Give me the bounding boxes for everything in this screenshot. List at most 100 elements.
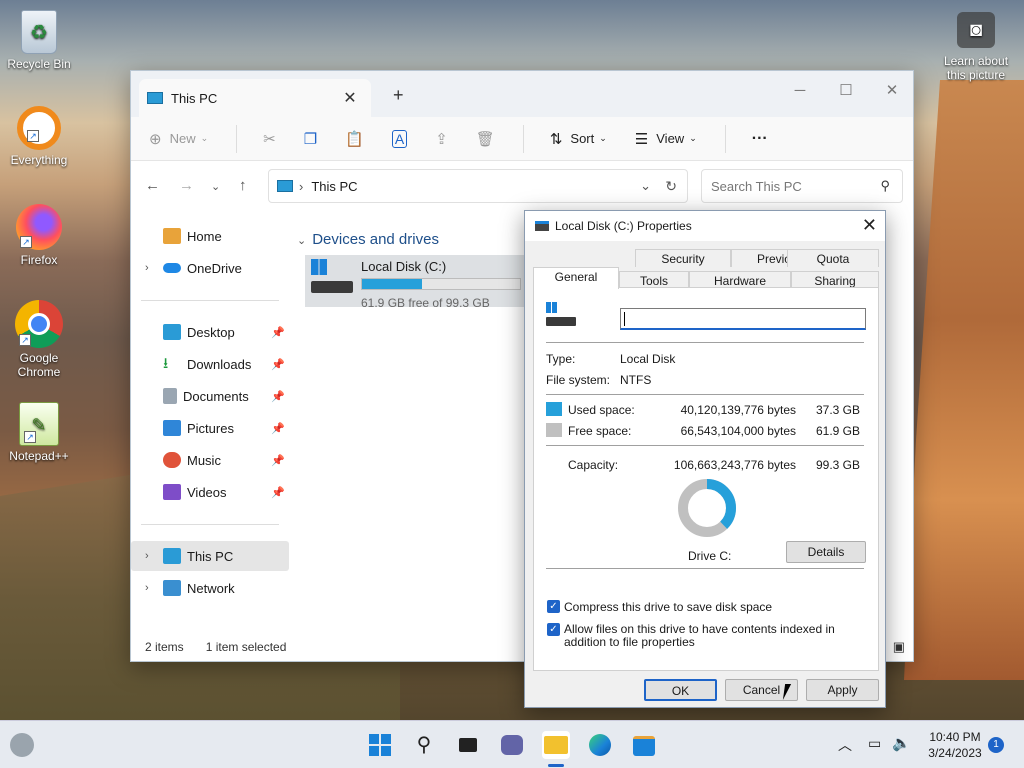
forward-arrow-icon[interactable]: → — [179, 177, 194, 194]
monitor-icon — [163, 548, 181, 564]
notification-badge[interactable]: 1 — [988, 737, 1004, 753]
new-button[interactable]: ⊕ New ⌄ — [149, 124, 208, 154]
pin-icon[interactable]: 📌 — [271, 422, 285, 435]
weather-widget-icon[interactable] — [10, 733, 34, 757]
monitor-icon — [277, 180, 293, 192]
download-icon: ⭳ — [163, 355, 169, 372]
clock[interactable]: 10:40 PM 3/24/2023 — [918, 729, 992, 761]
desktop-icon-notepadpp[interactable]: ✎ ↗ Notepad++ — [0, 402, 78, 463]
tab-this-pc[interactable]: This PC ✕ — [139, 79, 371, 117]
file-explorer-taskbar-button[interactable] — [542, 731, 570, 759]
task-view-button[interactable] — [454, 731, 482, 759]
tab-general[interactable]: General — [533, 267, 619, 289]
learn-about-picture[interactable]: ◙ Learn about this picture — [936, 12, 1016, 82]
chevron-right-icon[interactable]: › — [145, 262, 149, 274]
pin-icon[interactable]: 📌 — [271, 326, 285, 339]
copy-icon: ❐ — [303, 130, 318, 148]
sidebar-item-this-pc[interactable]: › This PC — [131, 541, 289, 571]
network-icon[interactable]: ▭ — [868, 735, 881, 752]
document-icon — [163, 388, 177, 404]
pin-icon[interactable]: 📌 — [271, 486, 285, 499]
apply-button[interactable]: Apply — [806, 679, 879, 701]
compress-label: Compress this drive to save disk space — [564, 600, 773, 614]
start-button[interactable] — [366, 731, 394, 759]
sidebar-item-label: Music — [187, 452, 221, 468]
sidebar-item-music[interactable]: Music 📌 — [131, 445, 289, 475]
recycle-bin-label: Recycle Bin — [7, 57, 71, 71]
sidebar-item-pictures[interactable]: Pictures 📌 — [131, 413, 289, 443]
group-devices-and-drives[interactable]: ⌄ Devices and drives — [297, 231, 439, 248]
close-tab-icon[interactable]: ✕ — [339, 88, 361, 108]
minimize-button[interactable]: ─ — [777, 77, 823, 107]
pin-icon[interactable]: 📌 — [271, 454, 285, 467]
sort-icon: ⇅ — [549, 130, 563, 148]
share-button[interactable]: ⇪ — [435, 124, 448, 154]
search-box[interactable]: Search This PC ⚲ — [701, 169, 903, 203]
copy-button[interactable]: ❐ — [304, 124, 317, 154]
search-input[interactable]: Search This PC — [711, 179, 802, 194]
search-icon: ⚲ — [880, 178, 890, 193]
details-button[interactable]: Details — [786, 541, 866, 563]
paste-button[interactable]: 📋 — [345, 124, 364, 154]
edge-button[interactable] — [586, 731, 614, 759]
chevron-up-icon[interactable]: ︿ — [838, 735, 852, 755]
share-icon: ⇪ — [435, 130, 448, 148]
refresh-icon[interactable]: ↻ — [665, 178, 677, 195]
windows-logo-icon — [369, 734, 391, 756]
free-space-label: Free space: — [568, 424, 632, 438]
chevron-right-icon[interactable]: › — [145, 550, 149, 562]
volume-label-input[interactable] — [620, 308, 866, 330]
rename-button[interactable]: A — [391, 124, 408, 154]
breadcrumb-this-pc[interactable]: This PC — [311, 179, 357, 194]
sidebar-item-downloads[interactable]: ⭳ Downloads 📌 — [131, 349, 289, 379]
sidebar-item-network[interactable]: › Network — [131, 573, 289, 603]
back-arrow-icon[interactable]: ← — [145, 177, 160, 194]
desktop-icon-firefox[interactable]: ↗ Firefox — [0, 204, 78, 267]
tab-security[interactable]: Security — [635, 249, 731, 267]
ok-button[interactable]: OK — [644, 679, 717, 701]
view-button[interactable]: ☰ View ⌄ — [635, 124, 697, 154]
drive-tile-c[interactable]: Local Disk (C:) 61.9 GB free of 99.3 GB — [305, 255, 527, 310]
index-checkbox[interactable]: ✓ — [547, 623, 560, 636]
up-arrow-icon[interactable]: ↑ — [239, 177, 247, 194]
compress-checkbox[interactable]: ✓ — [547, 600, 560, 613]
chevron-right-icon[interactable]: › — [145, 582, 149, 594]
sidebar-item-home[interactable]: Home — [131, 221, 289, 251]
speaker-icon[interactable]: 🔈 — [892, 734, 911, 752]
chrome-label: Google Chrome — [17, 351, 61, 379]
more-options-button[interactable]: ··· — [752, 124, 768, 154]
free-space-swatch — [546, 423, 562, 437]
dialog-close-button[interactable]: ✕ — [862, 215, 877, 236]
address-dropdown-icon[interactable]: ⌄ — [640, 178, 651, 194]
sidebar-item-label: Desktop — [187, 324, 235, 340]
sidebar-item-desktop[interactable]: Desktop 📌 — [131, 317, 289, 347]
address-path[interactable]: › This PC ⌄ ↻ — [268, 169, 688, 203]
close-window-button[interactable]: ✕ — [869, 77, 915, 107]
sidebar-item-documents[interactable]: Documents 📌 — [131, 381, 289, 411]
store-button[interactable] — [630, 731, 658, 759]
sidebar-item-label: Downloads — [187, 356, 252, 372]
recent-locations-icon[interactable]: ⌄ — [211, 180, 220, 193]
new-tab-button[interactable]: + — [393, 85, 404, 106]
plus-circle-icon: ⊕ — [149, 130, 162, 148]
teams-chat-button[interactable] — [498, 731, 526, 759]
desktop-icon-recycle-bin[interactable]: ♻ Recycle Bin — [0, 10, 78, 71]
drive-free-text: 61.9 GB free of 99.3 GB — [361, 296, 490, 310]
delete-button[interactable]: 🗑 — [476, 124, 495, 154]
tab-quota[interactable]: Quota — [787, 249, 879, 267]
tiles-view-icon[interactable]: ▣ — [893, 639, 905, 655]
pin-icon[interactable]: 📌 — [271, 358, 285, 371]
sidebar-item-onedrive[interactable]: › OneDrive — [131, 253, 289, 283]
wallpaper-cliff — [904, 80, 1024, 680]
sort-button[interactable]: ⇅ Sort ⌄ — [550, 124, 607, 154]
sidebar-item-videos[interactable]: Videos 📌 — [131, 477, 289, 507]
address-bar-row: ← → ⌄ ↑ › This PC ⌄ ↻ Search This PC ⚲ — [131, 161, 913, 213]
pin-icon[interactable]: 📌 — [271, 390, 285, 403]
used-space-swatch — [546, 402, 562, 416]
notepadpp-label: Notepad++ — [9, 449, 69, 463]
desktop-icon-everything[interactable]: ↗ Everything — [0, 106, 78, 167]
cut-button[interactable]: ✂ — [263, 124, 276, 154]
desktop-icon-chrome[interactable]: ↗ Google Chrome — [0, 300, 78, 379]
search-button[interactable]: ⚲ — [410, 731, 438, 759]
maximize-button[interactable]: ☐ — [823, 77, 869, 107]
